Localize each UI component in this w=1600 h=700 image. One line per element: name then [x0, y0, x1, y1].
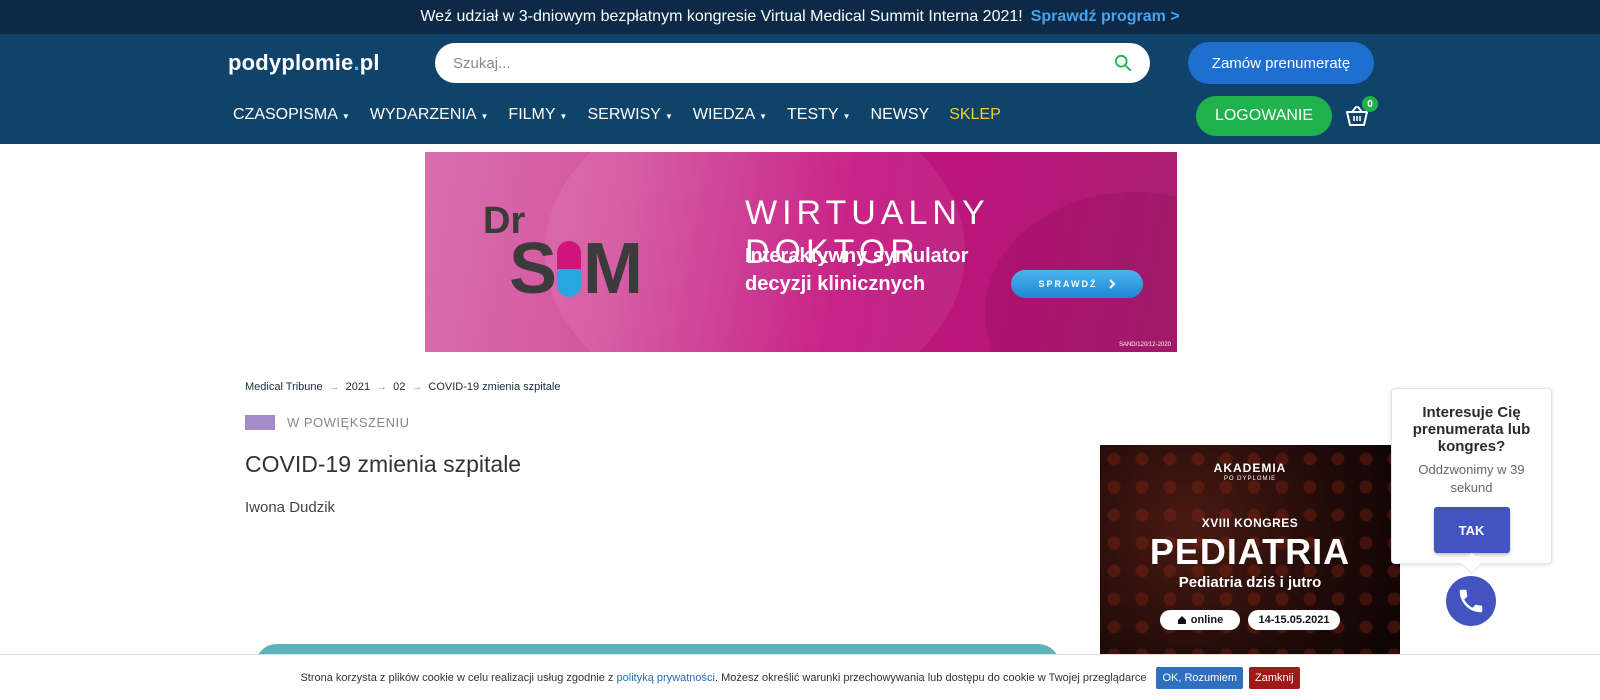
- cookie-text: Strona korzysta z plików cookie w celu r…: [300, 672, 1146, 684]
- callback-widget: Interesuje Cię prenumerata lub kongres? …: [1391, 388, 1552, 564]
- phone-icon: [1459, 589, 1483, 613]
- subscribe-button[interactable]: Zamów prenumeratę: [1188, 42, 1374, 84]
- caret-down-icon: ▼: [559, 111, 568, 121]
- nav-item-testy[interactable]: TESTY ▼: [787, 106, 850, 124]
- phone-call-button[interactable]: [1446, 576, 1496, 626]
- pediatria-side-ad[interactable]: AKADEMIA PO DYPLOMIE XVIII KONGRES PEDIA…: [1100, 445, 1400, 655]
- nav-item-serwisy[interactable]: SERWISY ▼: [587, 106, 672, 124]
- side-ad-online: online: [1190, 614, 1224, 626]
- caret-down-icon: ▼: [842, 111, 851, 121]
- breadcrumb-item[interactable]: COVID-19 zmienia szpitale: [428, 381, 560, 393]
- banner-subtitle-line: Interaktywny symulator: [745, 245, 969, 267]
- side-ad-title: PEDIATRIA: [1149, 531, 1351, 572]
- banner-check-button[interactable]: SPRAWDŹ: [1011, 270, 1143, 298]
- search-input[interactable]: [453, 54, 1114, 72]
- search-icon[interactable]: [1114, 54, 1132, 72]
- category-label: W POWIĘKSZENIU: [287, 415, 410, 430]
- site-header: podyplomie.pl Zamów prenumeratę CZASOPIS…: [0, 34, 1600, 144]
- nav-item-newsy[interactable]: NEWSY: [871, 106, 930, 124]
- side-ad-online-pill: online: [1160, 610, 1240, 630]
- cookie-bar: Strona korzysta z plików cookie w celu r…: [0, 654, 1600, 700]
- caret-down-icon: ▼: [480, 111, 489, 121]
- search-bar: [435, 43, 1150, 83]
- caret-down-icon: ▼: [759, 111, 768, 121]
- banner-sim-logo: SM: [509, 228, 643, 310]
- banner-check-label: SPRAWDŹ: [1038, 279, 1098, 289]
- banner-code: SAND/120/12-2020: [1118, 342, 1171, 348]
- sim-s: S: [509, 229, 557, 309]
- nav-item-filmy[interactable]: FILMY ▼: [508, 106, 567, 124]
- banner-subtitle-line: decyzji klinicznych: [745, 273, 926, 295]
- side-ad-akademia: AKADEMIA: [1213, 461, 1287, 475]
- callback-yes-button[interactable]: TAK: [1433, 507, 1510, 553]
- side-ad-tagline: Pediatria dziś i jutro: [1178, 574, 1322, 591]
- home-icon: [1177, 616, 1186, 624]
- caret-down-icon: ▼: [664, 111, 673, 121]
- nav-label: WIEDZA: [692, 106, 756, 123]
- nav-item-wiedza[interactable]: WIEDZA ▼: [693, 106, 767, 124]
- privacy-policy-link[interactable]: polityką prywatności: [617, 672, 715, 684]
- breadcrumb-arrow-icon: →: [411, 381, 423, 393]
- drsim-banner-ad[interactable]: Dr SM WIRTUALNY DOKTOR Interaktywny symu…: [425, 152, 1177, 352]
- promo-link[interactable]: Sprawdź program >: [1031, 8, 1180, 26]
- logo-tld: pl: [359, 50, 380, 75]
- breadcrumb-item[interactable]: Medical Tribune: [245, 381, 323, 393]
- cart-count-badge: 0: [1362, 96, 1378, 112]
- breadcrumb-item[interactable]: 02: [393, 381, 405, 393]
- banner-subtitle: Interaktywny symulator decyzji kliniczny…: [745, 242, 968, 298]
- promo-text: Weź udział w 3-dniowym bezpłatnym kongre…: [420, 8, 1023, 25]
- category-swatch: [245, 415, 275, 430]
- nav-label: TESTY: [787, 106, 839, 123]
- chevron-right-icon: [1108, 279, 1115, 289]
- capsule-icon: [557, 241, 582, 297]
- side-ad-akademia-sub: PO DYPLOMIE: [1223, 476, 1277, 482]
- nav-label: NEWSY: [870, 106, 930, 123]
- nav-label: CZASOPISMA: [233, 106, 338, 123]
- nav-item-wydarzenia[interactable]: WYDARZENIA ▼: [370, 106, 489, 124]
- nav-label: SERWISY: [587, 106, 661, 123]
- promo-bar: Weź udział w 3-dniowym bezpłatnym kongre…: [0, 0, 1600, 34]
- article-author[interactable]: Iwona Dudzik: [245, 499, 335, 516]
- breadcrumb-arrow-icon: →: [376, 381, 388, 393]
- main-nav: CZASOPISMA ▼ WYDARZENIA ▼ FILMY ▼ SERWISY ▼ …: [233, 106, 1021, 124]
- article-title: COVID-19 zmienia szpitale: [245, 451, 522, 477]
- side-ad-dates: 14-15.05.2021: [1248, 610, 1340, 630]
- nav-item-czasopisma[interactable]: CZASOPISMA ▼: [233, 106, 350, 124]
- cookie-text-before: Strona korzysta z plików cookie w celu r…: [300, 671, 614, 684]
- breadcrumb: Medical Tribune → 2021 → 02 → COVID-19 z…: [245, 381, 560, 393]
- cookie-close-button[interactable]: Zamknij: [1249, 666, 1300, 689]
- side-ad-kongres: XVIII KONGRES: [1201, 516, 1299, 530]
- nav-item-sklep[interactable]: SKLEP: [949, 106, 1001, 124]
- cookie-text-after: . Możesz określić warunki przechowywania…: [714, 671, 1147, 684]
- sim-m: M: [583, 229, 643, 309]
- nav-label: WYDARZENIA: [369, 106, 477, 123]
- callback-question: Interesuje Cię prenumerata lub kongres?: [1412, 404, 1531, 455]
- logo-main: podyplomie: [228, 50, 354, 75]
- callback-countdown: Oddzwonimy w 39 sekund: [1418, 462, 1525, 495]
- cookie-accept-button[interactable]: OK, Rozumiem: [1156, 666, 1244, 689]
- nav-label: FILMY: [508, 106, 556, 123]
- article-category[interactable]: W POWIĘKSZENIU: [245, 415, 410, 430]
- login-button[interactable]: LOGOWANIE: [1196, 96, 1332, 136]
- caret-down-icon: ▼: [341, 111, 350, 121]
- breadcrumb-item[interactable]: 2021: [346, 381, 370, 393]
- nav-label: SKLEP: [949, 106, 1001, 123]
- breadcrumb-arrow-icon: →: [328, 381, 340, 393]
- site-logo[interactable]: podyplomie.pl: [228, 50, 380, 76]
